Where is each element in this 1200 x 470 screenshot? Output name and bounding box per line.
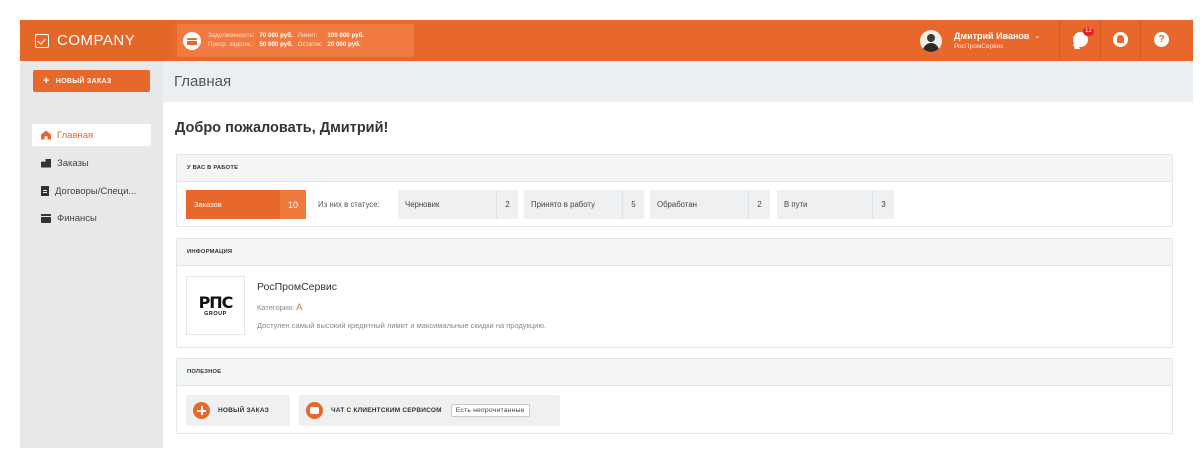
wallet-icon <box>183 31 201 50</box>
brand-logo-area[interactable]: COMPANY <box>20 20 172 61</box>
wallet-icon <box>41 213 51 223</box>
sidebar-item-orders[interactable]: Заказы <box>32 152 151 174</box>
topbar-divider <box>1100 20 1101 61</box>
panel-heading: ИНФОРМАЦИЯ <box>177 239 1172 266</box>
unread-badge: Есть непрочитанные <box>450 404 530 417</box>
user-organization: РосПромСервис <box>954 42 1004 50</box>
help-icon[interactable]: ? <box>1154 32 1169 47</box>
home-icon <box>41 130 51 140</box>
chevron-down-icon: ⌄ <box>1034 32 1041 40</box>
sidebar-item-label: Главная <box>57 129 94 141</box>
sidebar-item-finance[interactable]: Финансы <box>32 207 151 229</box>
status-count: 2 <box>496 190 518 219</box>
new-order-label: НОВЫЙ ЗАКАЗ <box>55 77 112 85</box>
plus-circle-icon <box>193 402 210 419</box>
status-count: 2 <box>748 190 770 219</box>
document-icon <box>41 186 49 196</box>
limit-value: 100 000 руб. <box>327 32 365 39</box>
orders-total-button[interactable]: Заказов 10 <box>186 190 306 219</box>
status-processed[interactable]: Обработан 2 <box>650 190 770 219</box>
sidebar-item-label: Финансы <box>57 212 97 224</box>
sidebar-item-home[interactable]: Главная <box>32 124 151 146</box>
user-menu[interactable]: Дмитрий Иванов ⌄ РосПромСервис <box>920 26 1040 55</box>
brand-name: COMPANY <box>57 32 136 49</box>
sidebar: + НОВЫЙ ЗАКАЗ Главная Заказы Договоры/Сп… <box>20 61 163 448</box>
main-content: Главная Добро пожаловать, Дмитрий! У ВАС… <box>163 61 1193 448</box>
checkbox-logo-icon <box>35 33 49 48</box>
useful-new-order-label: НОВЫЙ ЗАКАЗ <box>218 407 269 414</box>
debt-label: Задолженность: <box>208 32 255 39</box>
useful-new-order-button[interactable]: НОВЫЙ ЗАКАЗ <box>186 395 290 426</box>
plus-icon: + <box>43 75 50 87</box>
bell-icon[interactable] <box>1113 32 1128 47</box>
sidebar-new-order-button[interactable]: + НОВЫЙ ЗАКАЗ <box>33 70 150 92</box>
category-value: A <box>296 302 303 312</box>
status-in-transit[interactable]: В пути 3 <box>777 190 894 219</box>
remaining-label: Остаток: <box>297 41 323 48</box>
company-category: Категория: A <box>257 302 302 312</box>
topbar-divider <box>1059 20 1060 61</box>
status-caption: Из них в статусе: <box>318 200 380 209</box>
status-draft[interactable]: Черновик 2 <box>398 190 518 219</box>
client-service-chat-button[interactable]: ЧАТ С КЛИЕНТСКИМ СЕРВИСОМ Есть непрочита… <box>299 395 560 426</box>
panel-heading: ПОЛЕЗНОЕ <box>177 359 1172 386</box>
status-count: 3 <box>872 190 894 219</box>
page-title: Главная <box>174 73 232 90</box>
top-bar: COMPANY Задолженность: 70 000 руб. Лимит… <box>20 20 1193 61</box>
status-accepted[interactable]: Принято в работу 5 <box>524 190 644 219</box>
page-header: Главная <box>163 61 1193 102</box>
company-logo-mark: РПС <box>198 292 234 312</box>
info-panel: ИНФОРМАЦИЯ РПС GROUP РосПромСервис Катег… <box>176 238 1173 348</box>
orders-count: 10 <box>280 190 306 219</box>
chat-label: ЧАТ С КЛИЕНТСКИМ СЕРВИСОМ <box>331 407 442 414</box>
orders-label: Заказов <box>194 200 222 209</box>
company-logo: РПС GROUP <box>186 276 245 335</box>
limit-label: Лимит: <box>297 32 318 39</box>
credit-summary[interactable]: Задолженность: 70 000 руб. Лимит: 100 00… <box>177 24 414 57</box>
panel-heading: У ВАС В РАБОТЕ <box>177 155 1172 182</box>
category-label: Категория: <box>257 303 295 312</box>
company-logo-sub: GROUP <box>204 310 227 317</box>
status-count: 5 <box>622 190 644 219</box>
app-window: COMPANY Задолженность: 70 000 руб. Лимит… <box>20 20 1193 448</box>
status-label: Черновик <box>405 200 440 209</box>
credit-grid: Задолженность: 70 000 руб. Лимит: 100 00… <box>208 32 364 49</box>
status-label: Обработан <box>657 200 697 209</box>
sidebar-item-label: Заказы <box>57 157 89 169</box>
company-description: Доступен самый высокий кредитный лимит и… <box>257 321 547 330</box>
sidebar-item-contracts[interactable]: Договоры/Специ... <box>32 180 151 202</box>
overdue-label: Проср. задолж.: <box>208 41 254 48</box>
useful-panel: ПОЛЕЗНОЕ НОВЫЙ ЗАКАЗ ЧАТ С КЛИЕНТСКИМ СЕ… <box>176 358 1173 434</box>
debt-value: 70 000 руб. <box>259 32 293 39</box>
remaining-value: 20 000 руб. <box>327 41 361 48</box>
chat-count-badge: 12 <box>1083 27 1094 36</box>
user-name: Дмитрий Иванов <box>954 30 1030 41</box>
sidebar-item-label: Договоры/Специ... <box>55 185 137 197</box>
company-name: РосПромСервис <box>257 281 338 293</box>
boxes-icon <box>41 158 51 168</box>
welcome-heading: Добро пожаловать, Дмитрий! <box>175 120 389 136</box>
status-label: В пути <box>784 200 808 209</box>
status-label: Принято в работу <box>531 200 595 209</box>
chat-icon <box>306 402 323 419</box>
overdue-value: 50 000 руб. <box>259 41 293 48</box>
topbar-divider <box>1140 20 1141 61</box>
work-panel: У ВАС В РАБОТЕ Заказов 10 Из них в стату… <box>176 154 1173 227</box>
avatar <box>920 29 942 52</box>
